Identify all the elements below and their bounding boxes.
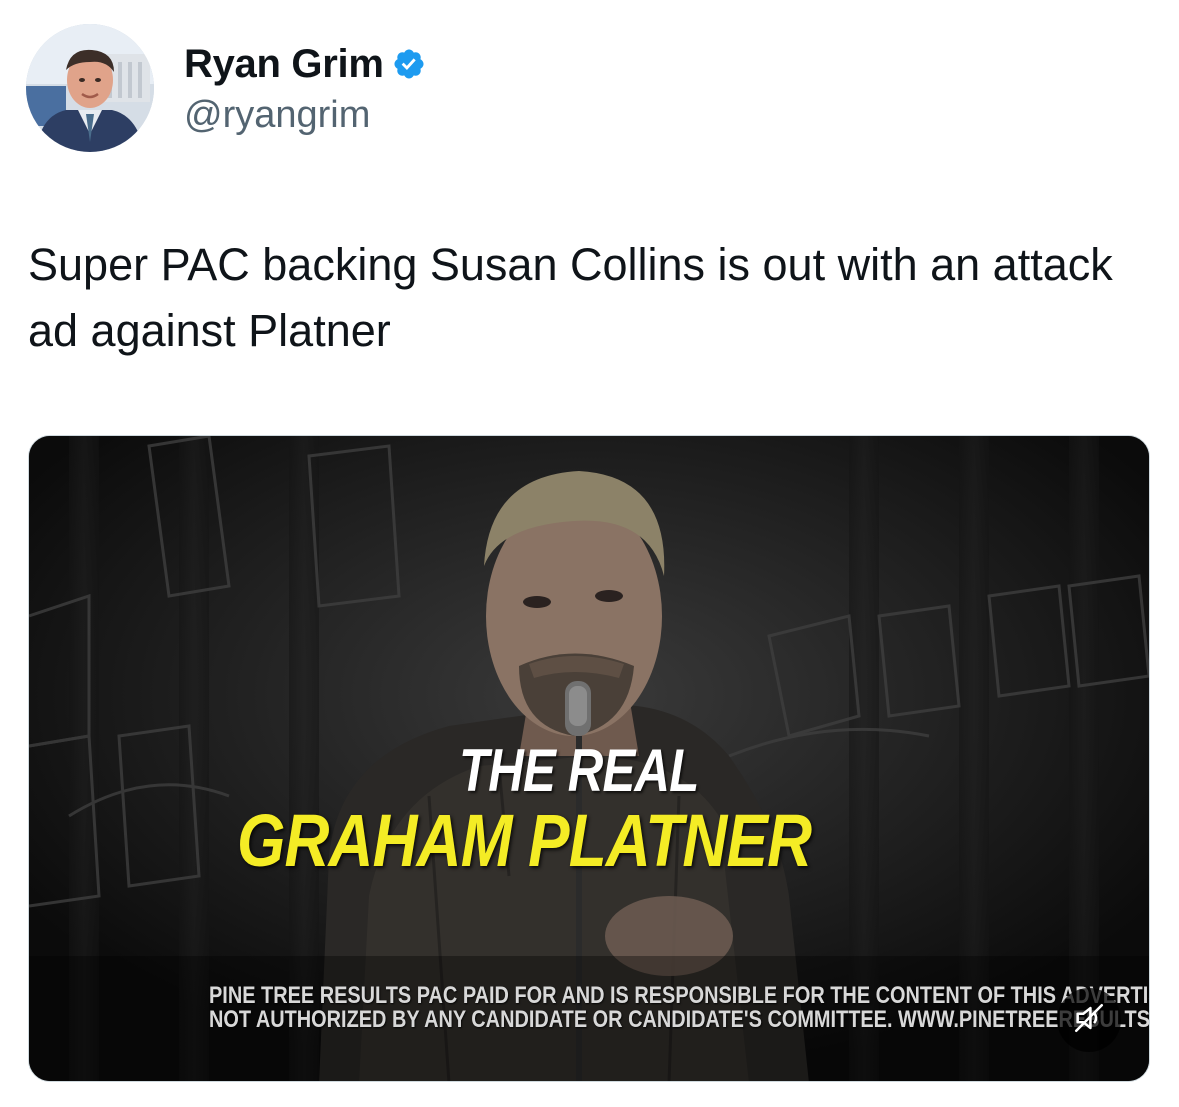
mute-button[interactable] [1057, 988, 1121, 1052]
author-name-row: Ryan Grim [184, 40, 426, 88]
verified-badge-icon [392, 47, 426, 81]
author-handle[interactable]: @ryangrim [184, 94, 370, 137]
ad-disclaimer-line2: NOT AUTHORIZED BY ANY CANDIDATE OR CANDI… [209, 1006, 1150, 1033]
author-display-name[interactable]: Ryan Grim [184, 42, 384, 87]
video-player[interactable]: THE REAL GRAHAM PLATNER PINE TREE RESULT… [28, 435, 1150, 1082]
speaker-muted-icon [1072, 1001, 1106, 1040]
ad-headline-line1: THE REAL [459, 737, 699, 804]
author-avatar[interactable] [26, 24, 154, 152]
ad-disclaimer-line1: PINE TREE RESULTS PAC PAID FOR AND IS RE… [209, 982, 1150, 1009]
avatar-photo [26, 24, 154, 152]
ad-disclaimer: PINE TREE RESULTS PAC PAID FOR AND IS RE… [209, 982, 1150, 1033]
ad-headline-line2: GRAHAM PLATNER [237, 799, 812, 882]
tweet-header: Ryan Grim @ryangrim [26, 24, 1146, 156]
tweet-text: Super PAC backing Susan Collins is out w… [28, 239, 1126, 356]
